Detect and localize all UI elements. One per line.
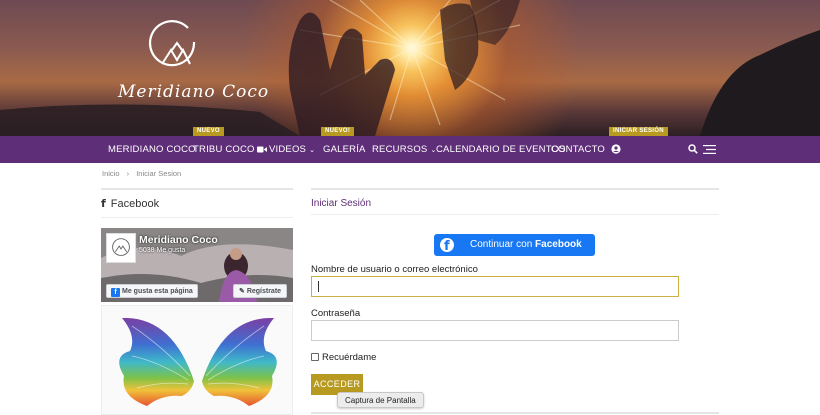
mountain-logo-icon	[148, 20, 196, 67]
screenshot-tooltip: Captura de Pantalla	[337, 392, 424, 408]
sidebar-divider	[101, 217, 293, 218]
continue-with-facebook-button[interactable]: f Continuar con Facebook	[434, 234, 595, 256]
facebook-button-prefix: Continuar con	[470, 239, 536, 250]
facebook-page-name[interactable]: Meridiano Coco	[139, 234, 218, 246]
checkbox-box[interactable]	[311, 353, 319, 361]
nav-item-label: CONTACTO	[551, 144, 606, 155]
nav-item-galeria[interactable]: GALERÍA	[323, 136, 366, 163]
nav-item-videos[interactable]: VIDEOS ⌄	[257, 136, 315, 163]
nav-item-calendario[interactable]: CALENDARIO DE EVENTOS	[436, 136, 566, 163]
nav-item-label: RECURSOS	[372, 144, 428, 155]
facebook-button-label: Continuar con Facebook	[470, 234, 582, 256]
remember-me-label: Recuérdame	[322, 352, 377, 363]
search-icon[interactable]	[688, 144, 698, 154]
facebook-icon: f	[101, 197, 106, 210]
nav-item-label: GALERÍA	[323, 144, 366, 155]
breadcrumb-separator: ›	[126, 169, 130, 178]
nav-item-label: MERIDIANO COCO	[108, 144, 196, 155]
site-logo[interactable]: Meridiano Coco	[112, 18, 268, 118]
wings-illustration	[119, 317, 277, 406]
content-divider	[311, 214, 719, 215]
pencil-icon: ✎	[239, 288, 247, 295]
breadcrumb-home[interactable]: Inicio	[102, 169, 120, 178]
video-icon	[257, 146, 267, 152]
sidebar-title-text: Facebook	[110, 198, 160, 210]
nav-item-label: VIDEOS	[269, 144, 307, 155]
facebook-logo-icon: f	[111, 288, 120, 297]
nav-item-contacto[interactable]: CONTACTO	[551, 136, 605, 163]
content-divider	[311, 188, 719, 190]
password-input[interactable]	[311, 320, 679, 341]
facebook-page-widget[interactable]: Meridiano Coco 5038 Me gusta f Me gusta e…	[101, 228, 293, 302]
content-divider	[311, 412, 719, 414]
nav-item-label: TRIBU COCO	[193, 144, 255, 155]
remember-me-checkbox[interactable]: Recuérdame	[311, 352, 376, 363]
nav-badge-nuevo-galeria: NUEVO!	[321, 127, 355, 136]
breadcrumb: Inicio › Iniciar Sesion	[102, 169, 186, 178]
logo-wordmark: Meridiano Coco	[118, 82, 270, 102]
nav-badge-iniciar-sesion: INICIAR SESIÓN	[609, 127, 668, 136]
hero-header: Meridiano Coco	[0, 0, 820, 136]
nav-badge-nuevo: NUEVO	[193, 127, 224, 136]
nav-item-recursos[interactable]: RECURSOS ⌄	[372, 136, 437, 163]
breadcrumb-current: Iniciar Sesion	[136, 169, 182, 178]
nav-item-tribu-coco[interactable]: TRIBU COCO	[193, 136, 255, 163]
facebook-button-brand: Facebook	[535, 239, 582, 250]
like-button-label: Me gusta esta página	[122, 288, 193, 295]
page-title: Iniciar Sesión	[311, 198, 372, 209]
sidebar-divider	[101, 188, 293, 190]
username-label: Nombre de usuario o correo electrónico	[311, 264, 478, 275]
text-cursor	[318, 281, 319, 292]
nav-item-label: CALENDARIO DE EVENTOS	[436, 144, 566, 155]
rainbow-wings-image	[101, 305, 293, 415]
sidebar-title: f Facebook	[101, 197, 159, 210]
facebook-register-button[interactable]: ✎ Regístrate	[233, 284, 288, 298]
username-input[interactable]	[311, 276, 679, 297]
user-circle-icon[interactable]	[611, 144, 621, 154]
register-button-label: Regístrate	[246, 288, 282, 295]
facebook-like-button[interactable]: f Me gusta esta página	[106, 284, 198, 298]
nav-item-meridiano-coco[interactable]: MERIDIANO COCO	[108, 136, 196, 163]
chevron-down-icon: ⌄	[309, 147, 316, 154]
page-avatar	[106, 233, 136, 263]
hamburger-menu-icon[interactable]	[703, 145, 716, 154]
facebook-logo-icon: f	[440, 238, 454, 254]
password-label: Contraseña	[311, 308, 361, 319]
facebook-like-count: 5038 Me gusta	[139, 247, 186, 254]
